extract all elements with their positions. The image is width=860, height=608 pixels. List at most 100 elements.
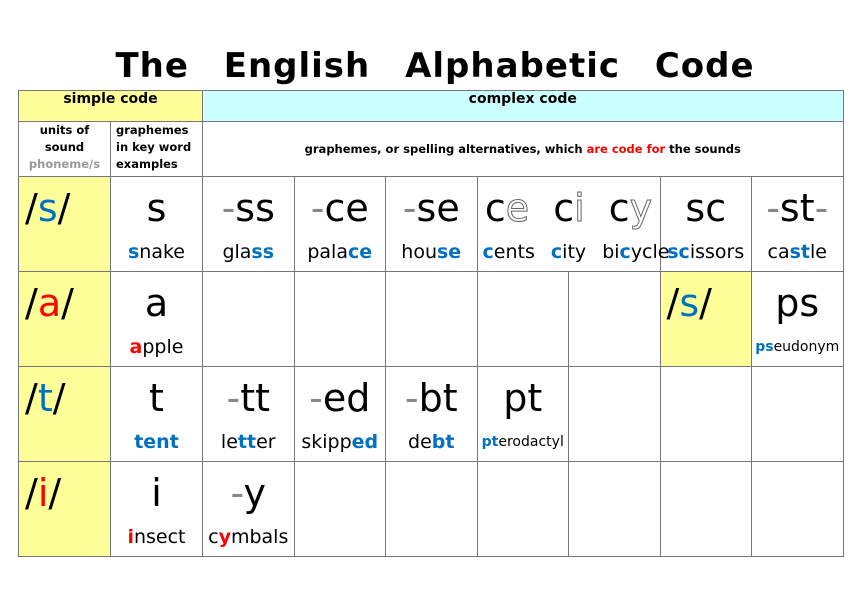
units-of-sound-header: units of sound phoneme/s xyxy=(18,121,111,177)
grapheme-text: se xyxy=(416,186,460,230)
key-word: glass xyxy=(203,241,294,263)
key-word: cymbals xyxy=(203,526,294,548)
grapheme-cell-ce: -ce palace xyxy=(293,176,386,272)
grapheme-cell-s: s snake xyxy=(110,176,203,272)
inline-phoneme-cell-s: /s/ xyxy=(659,271,752,367)
empty-cell xyxy=(751,461,844,557)
word-mid: en xyxy=(143,431,170,453)
phoneme-sound: s xyxy=(37,186,58,230)
grapheme: pt xyxy=(503,376,543,420)
word-pre: ca xyxy=(767,241,790,263)
word-rest: nsect xyxy=(133,526,186,548)
slash: / xyxy=(666,281,680,325)
slash: / xyxy=(57,186,71,230)
key-word: scissors xyxy=(661,241,752,263)
word-pre: le xyxy=(220,431,238,453)
phoneme-s: /s/ xyxy=(667,280,712,326)
grapheme: ce ci cy xyxy=(478,185,660,231)
grapheme-text: tt xyxy=(240,376,271,420)
slash: / xyxy=(48,471,62,515)
phoneme-a: /a/ xyxy=(25,280,74,326)
grapheme-c: c xyxy=(608,186,630,230)
key-word: apple xyxy=(111,336,202,358)
grapheme-text: bt xyxy=(418,376,458,420)
key-word: pseudonym xyxy=(752,336,843,358)
position-dash: - xyxy=(814,186,829,230)
grapheme-text: st xyxy=(779,186,815,230)
key-word: skipped xyxy=(295,431,386,453)
position-dash: - xyxy=(309,376,323,420)
slash: / xyxy=(61,281,74,325)
grapheme-text: ce xyxy=(324,186,369,230)
word-highlight: a xyxy=(129,336,143,358)
table-row-a: /a/ a apple /s/ ps pseudonym xyxy=(18,271,844,367)
grapheme-c: c xyxy=(484,186,506,230)
outline-vowel: i xyxy=(574,186,586,231)
word-highlight: t xyxy=(169,431,179,453)
phonemes-label: phoneme/s xyxy=(28,157,101,171)
alphabetic-code-table: simple code complex code units of sound … xyxy=(18,90,844,557)
key-words: cents city bicycle xyxy=(478,241,670,263)
grapheme-text: ss xyxy=(235,186,275,230)
grapheme: -ss xyxy=(203,185,294,231)
position-dash: - xyxy=(230,471,244,515)
grapheme-cell-t: t tent xyxy=(110,366,203,462)
table-row-i: /i/ i insect -y cymbals xyxy=(18,461,844,557)
slash: / xyxy=(52,376,66,420)
key-word: tent xyxy=(111,431,202,453)
graphemes-line2: in key word xyxy=(116,140,192,154)
word-pre: skipp xyxy=(301,431,352,453)
grapheme-cell-ps: ps pseudonym xyxy=(751,271,844,367)
phoneme-sound: s xyxy=(679,281,700,325)
word-post: issors xyxy=(689,241,745,263)
alternatives-text-red: are code for xyxy=(586,141,666,156)
key-word: insect xyxy=(111,526,202,548)
key-word: debt xyxy=(386,431,477,453)
word-highlight: s xyxy=(127,241,140,263)
grapheme: -y xyxy=(203,470,294,516)
spelling-alternatives-header: graphemes, or spelling alternatives, whi… xyxy=(202,121,844,177)
word-post: ity xyxy=(562,241,587,263)
table-row-s: /s/ s snake -ss glass -ce palace -se hou… xyxy=(18,176,844,272)
empty-cell xyxy=(568,461,661,557)
grapheme-cell-i: i insect xyxy=(110,461,203,557)
word-highlight: ps xyxy=(755,339,774,355)
empty-cell xyxy=(659,366,752,462)
word-pre: pala xyxy=(307,241,348,263)
word-post: mbals xyxy=(230,526,289,548)
word-highlight: tt xyxy=(237,431,257,453)
grapheme: -tt xyxy=(203,375,294,421)
phoneme-sound: i xyxy=(37,471,49,515)
phoneme-cell-i: /i/ xyxy=(18,461,111,557)
empty-cell xyxy=(751,366,844,462)
grapheme-c: c xyxy=(553,186,575,230)
grapheme-cell-st: -st- castle xyxy=(751,176,844,272)
grapheme: i xyxy=(151,471,162,515)
outline-vowel: y xyxy=(629,186,653,231)
grapheme-cell-soft-c: ce ci cy cents city bicycle xyxy=(476,176,670,272)
slash: / xyxy=(25,186,38,230)
key-word: palace xyxy=(295,241,386,263)
position-dash: - xyxy=(402,186,417,230)
word-highlight: y xyxy=(218,526,231,548)
outline-vowel: e xyxy=(505,186,530,231)
word-highlight: ce xyxy=(347,241,373,263)
grapheme: s xyxy=(146,186,167,230)
grapheme: -se xyxy=(386,185,477,231)
word-highlight: ed xyxy=(351,431,379,453)
key-word-cents: cents xyxy=(483,241,535,263)
complex-code-header: complex code xyxy=(202,90,844,122)
page-title: The English Alphabetic Code xyxy=(115,46,755,86)
phoneme-t: /t/ xyxy=(25,375,66,421)
key-word: pterodactyl xyxy=(478,431,569,453)
word-highlight: c xyxy=(619,241,631,263)
position-dash: - xyxy=(766,186,780,230)
word-post: er xyxy=(256,431,276,453)
grapheme-cell-y: -y cymbals xyxy=(202,461,295,557)
grapheme: -ce xyxy=(295,185,386,231)
empty-cell xyxy=(202,271,295,367)
position-dash: - xyxy=(221,186,236,230)
word-highlight: se xyxy=(437,241,462,263)
grapheme-text: ed xyxy=(322,376,371,420)
key-word: castle xyxy=(752,241,843,263)
